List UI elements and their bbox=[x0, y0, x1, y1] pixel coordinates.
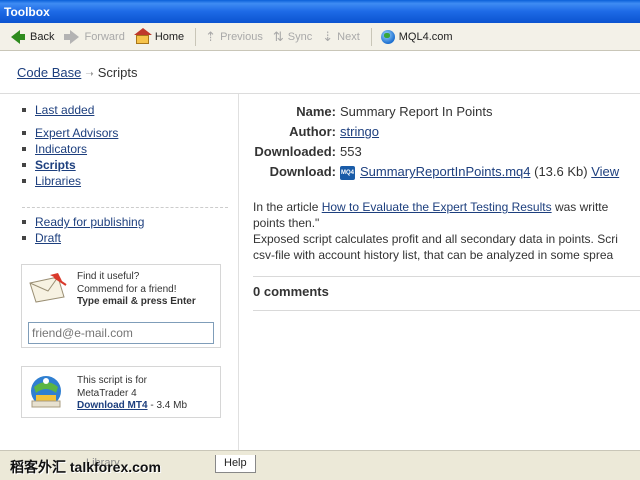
sidebar-item-draft: Draft bbox=[22, 230, 144, 246]
back-arrow-icon bbox=[10, 29, 26, 45]
mql4-site-label: MQL4.com bbox=[398, 30, 453, 43]
next-label: Next bbox=[337, 30, 360, 43]
mt4-line2: MetaTrader 4 bbox=[77, 387, 137, 399]
article-line1: In the article How to Evaluate the Exper… bbox=[253, 199, 640, 215]
home-label: Home bbox=[154, 30, 185, 43]
ready-for-publishing-link[interactable]: Ready for publishing bbox=[35, 215, 144, 229]
window-title: Toolbox bbox=[0, 0, 640, 23]
previous-button[interactable]: ⇡ Previous bbox=[201, 26, 267, 48]
article-line2: points then." bbox=[253, 216, 320, 230]
article-text: In the article How to Evaluate the Exper… bbox=[253, 199, 640, 263]
breadcrumb-arrow-icon: ➝ bbox=[85, 69, 94, 80]
sidebar-item-libraries: Libraries bbox=[22, 173, 118, 189]
previous-icon: ⇡ bbox=[205, 28, 217, 44]
recommend-line2: Commend for a friend! bbox=[77, 283, 177, 295]
file-size: (13.6 Kb) bbox=[530, 164, 592, 179]
sidebar: Last added Expert Advisors Indicators Sc… bbox=[0, 94, 239, 450]
mt4-line1: This script is for bbox=[77, 375, 148, 386]
recommend-line1: Find it useful? bbox=[77, 271, 140, 282]
sidebar-item-expert-advisors: Expert Advisors bbox=[22, 125, 118, 141]
next-icon: ⇣ bbox=[322, 28, 334, 44]
friend-email-field[interactable] bbox=[28, 322, 214, 344]
mt4-text: This script is for MetaTrader 4 Download… bbox=[77, 375, 217, 413]
breadcrumb-code-base-link[interactable]: Code Base bbox=[17, 65, 81, 80]
last-added-link[interactable]: Last added bbox=[35, 103, 94, 117]
mq4-file-icon: MQ4 bbox=[340, 165, 355, 180]
comments-divider-top bbox=[253, 276, 640, 277]
article-line3: Exposed script calculates profit and all… bbox=[253, 232, 618, 246]
sidebar-item-scripts: Scripts bbox=[22, 157, 118, 173]
indicators-link[interactable]: Indicators bbox=[35, 142, 87, 156]
sidebar-menu-categories: Expert Advisors Indicators Scripts Libra… bbox=[22, 125, 118, 189]
libraries-link[interactable]: Libraries bbox=[35, 174, 81, 188]
forward-label: Forward bbox=[84, 30, 125, 43]
sync-button[interactable]: ⇅ Sync bbox=[269, 26, 316, 48]
next-button[interactable]: ⇣ Next bbox=[318, 26, 364, 48]
draft-link[interactable]: Draft bbox=[35, 231, 61, 245]
recommend-text: Find it useful? Commend for a friend! Ty… bbox=[77, 271, 217, 309]
metatrader-logo-icon bbox=[31, 376, 61, 408]
mql4-site-button[interactable]: MQL4.com bbox=[377, 26, 457, 48]
download-mt4-link[interactable]: Download MT4 bbox=[77, 400, 148, 411]
sync-icon: ⇅ bbox=[272, 28, 284, 44]
tab-help[interactable]: Help bbox=[215, 455, 256, 473]
toolbar-divider bbox=[370, 27, 372, 46]
author-label: Author: bbox=[289, 124, 336, 139]
toolbar-divider bbox=[195, 27, 197, 46]
file-download-link[interactable]: SummaryReportInPoints.mq4 bbox=[360, 164, 531, 179]
sidebar-menu-publishing: Ready for publishing Draft bbox=[22, 214, 144, 246]
downloaded-value: 553 bbox=[340, 144, 362, 159]
home-icon bbox=[133, 27, 152, 45]
article-line4: csv-file with account history list, that… bbox=[253, 248, 614, 262]
sidebar-item-last-added: Last added bbox=[22, 102, 94, 118]
author-link[interactable]: stringo bbox=[340, 124, 379, 139]
watermark-text: 稻客外汇 talkforex.com bbox=[10, 459, 161, 475]
forward-button[interactable]: Forward bbox=[60, 26, 128, 48]
recommend-line3: Type email & press Enter bbox=[77, 296, 217, 309]
home-button[interactable]: Home bbox=[131, 26, 188, 48]
sync-label: Sync bbox=[287, 30, 313, 43]
sidebar-divider bbox=[22, 207, 228, 208]
download-value: MQ4 SummaryReportInPoints.mq4 (13.6 Kb) V… bbox=[340, 164, 619, 180]
toolbar: Back Forward Home ⇡ Previous ⇅ Sync ⇣ Ne… bbox=[0, 23, 640, 51]
article-link[interactable]: How to Evaluate the Expert Testing Resul… bbox=[322, 200, 552, 214]
mt4-size: - 3.4 Mb bbox=[147, 400, 188, 411]
back-button[interactable]: Back bbox=[6, 26, 58, 48]
sidebar-menu-last: Last added bbox=[22, 102, 94, 118]
scripts-link[interactable]: Scripts bbox=[35, 158, 76, 172]
author-value: stringo bbox=[340, 124, 379, 139]
script-details: Name: Summary Report In Points Author: s… bbox=[240, 94, 640, 450]
comments-count: 0 comments bbox=[253, 284, 329, 299]
expert-advisors-link[interactable]: Expert Advisors bbox=[35, 126, 118, 140]
sidebar-item-ready: Ready for publishing bbox=[22, 214, 144, 230]
envelope-icon bbox=[29, 273, 67, 303]
recommend-box: Find it useful? Commend for a friend! Ty… bbox=[21, 264, 221, 348]
recommend-instruction: Type email & press Enter bbox=[77, 296, 196, 307]
sidebar-item-indicators: Indicators bbox=[22, 141, 118, 157]
breadcrumb: Code Base ➝ Scripts bbox=[0, 52, 640, 94]
breadcrumb-current: Scripts bbox=[97, 65, 138, 80]
download-label: Download: bbox=[269, 164, 336, 179]
forward-arrow-icon bbox=[64, 29, 80, 45]
article-prefix: In the article bbox=[253, 200, 322, 214]
name-value: Summary Report In Points bbox=[340, 104, 493, 119]
previous-label: Previous bbox=[220, 30, 263, 43]
view-link[interactable]: View bbox=[591, 164, 619, 179]
mt4-download-line: Download MT4 - 3.4 Mb bbox=[77, 400, 217, 413]
downloaded-label: Downloaded: bbox=[254, 144, 336, 159]
back-label: Back bbox=[30, 30, 55, 43]
comments-divider-bottom bbox=[253, 310, 640, 311]
article-suffix: was writte bbox=[551, 200, 609, 214]
name-label: Name: bbox=[296, 104, 336, 119]
mt4-box: This script is for MetaTrader 4 Download… bbox=[21, 366, 221, 418]
globe-icon bbox=[380, 29, 395, 44]
